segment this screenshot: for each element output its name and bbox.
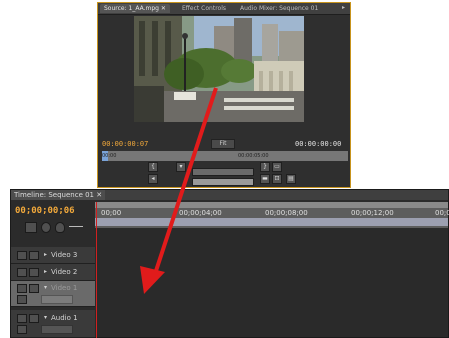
annotation-arrow [140, 87, 218, 294]
arrow-shaft [151, 87, 218, 281]
arrow-head [140, 266, 165, 294]
